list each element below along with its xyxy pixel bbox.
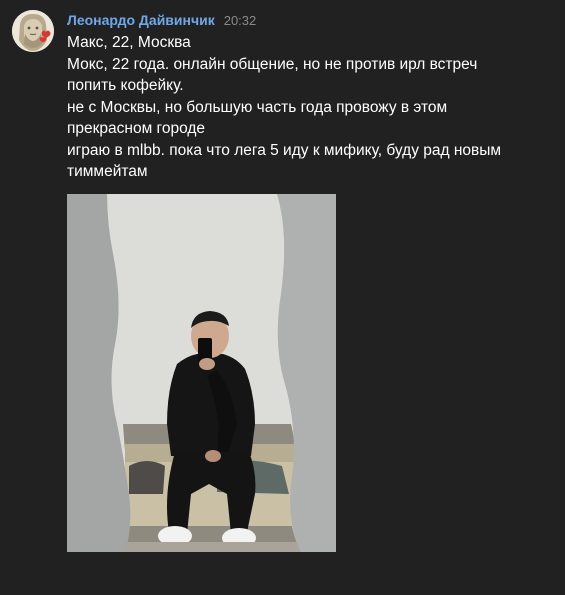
message-line: не с Москвы, но большую часть года прово…	[67, 98, 448, 116]
message-line: Макс, 22, Москва	[67, 34, 191, 51]
message-line: тиммейтам	[67, 163, 148, 180]
message-text: Макс, 22, Москва Мокс, 22 года. онлайн о…	[67, 32, 537, 183]
message-line: попить кофейку.	[67, 77, 184, 94]
message-line: прекрасном городе	[67, 120, 206, 137]
mirror-selfie-photo	[67, 194, 336, 552]
author-name[interactable]: Леонардо Дайвинчик	[67, 12, 215, 28]
avatar[interactable]	[12, 10, 54, 52]
message-line: Мокс, 22 года. онлайн общение, но не про…	[67, 55, 478, 73]
message-time: 20:32	[223, 13, 257, 28]
message-line: играю в mlbb. пока что лега 5 иду к мифи…	[67, 141, 502, 159]
message-header: Леонардо Дайвинчик 20:32	[67, 12, 256, 30]
message-photo[interactable]	[67, 194, 336, 552]
chat-message: Леонардо Дайвинчик 20:32 Макс, 22, Москв…	[0, 0, 565, 595]
leonardo-portrait-icon	[12, 10, 54, 52]
